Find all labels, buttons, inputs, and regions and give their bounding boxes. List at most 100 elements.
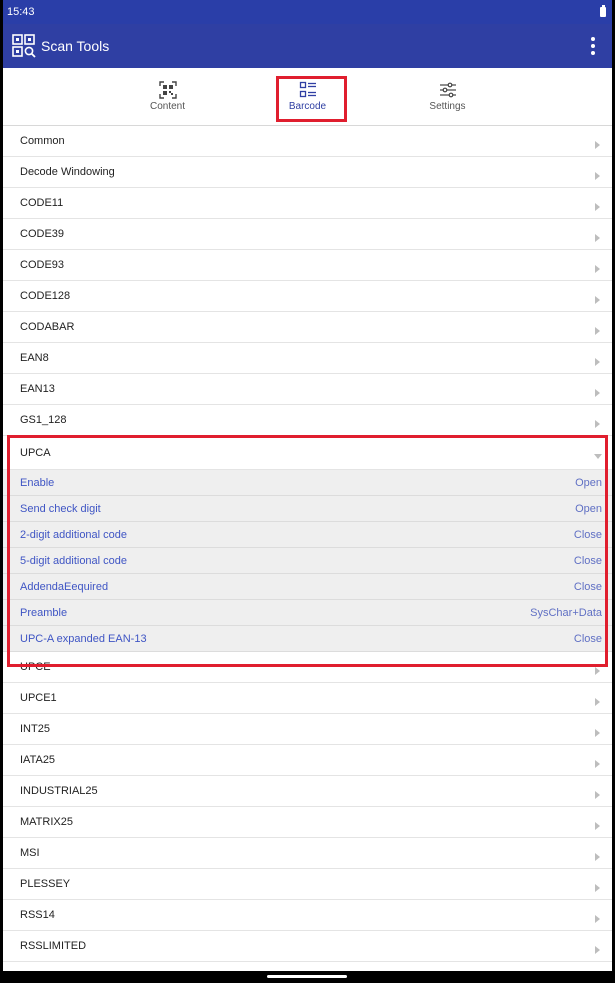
status-bar: 15:43: [3, 0, 612, 24]
option-value: Close: [573, 632, 602, 645]
list-item-label: EAN13: [20, 383, 55, 395]
list-item-label: RSSLIMITED: [20, 940, 87, 952]
list-item[interactable]: MSI: [3, 838, 612, 869]
list-item-label: IATA25: [20, 754, 56, 766]
list-item-label: UPCA: [20, 446, 51, 459]
option-value: Open: [575, 476, 602, 489]
option-label: AddendaEequired: [20, 580, 109, 593]
upca-option-row[interactable]: 5-digit additional code Close: [3, 548, 612, 574]
chevron-right-icon: [595, 760, 600, 768]
list-item-upca-header[interactable]: UPCA: [3, 436, 612, 470]
app-screen: 15:43 Scan Tools Content Barcode Setting…: [3, 0, 612, 983]
list-item[interactable]: IATA25: [3, 745, 612, 776]
tab-settings[interactable]: Settings: [378, 68, 518, 125]
list-item[interactable]: UPCE1: [3, 683, 612, 714]
chevron-right-icon: [595, 667, 600, 675]
list-item[interactable]: CODE11: [3, 188, 612, 219]
option-value: Close: [573, 580, 602, 593]
list-item-label: GS1_128: [20, 414, 67, 426]
list-item[interactable]: MATRIX25: [3, 807, 612, 838]
barcode-list: Common Decode Windowing CODE11 CODE39 CO…: [3, 126, 612, 962]
list-item-label: Common: [20, 135, 65, 147]
option-label: 2-digit additional code: [20, 528, 128, 541]
list-item-label: PLESSEY: [20, 878, 71, 890]
upca-option-row[interactable]: Send check digit Open: [3, 496, 612, 522]
list-item[interactable]: GS1_128: [3, 405, 612, 436]
list-item[interactable]: CODE128: [3, 281, 612, 312]
app-logo-icon: [12, 34, 36, 58]
option-value: SysChar+Data: [530, 606, 602, 619]
list-item[interactable]: Common: [3, 126, 612, 157]
chevron-right-icon: [595, 698, 600, 706]
list-item[interactable]: UPCE: [3, 652, 612, 683]
chevron-down-icon: [594, 454, 602, 459]
sliders-icon: [439, 82, 456, 98]
app-title: Scan Tools: [41, 38, 110, 54]
upca-option-row[interactable]: AddendaEequired Close: [3, 574, 612, 600]
chevron-right-icon: [595, 327, 600, 335]
home-gesture-handle[interactable]: [267, 975, 347, 978]
chevron-right-icon: [595, 296, 600, 304]
upca-expanded-section: UPCA Enable Open Send check digit Open 2-d…: [3, 435, 612, 667]
barcode-tab-highlight-frame: [276, 76, 347, 122]
list-item-label: INT25: [20, 723, 50, 735]
list-item[interactable]: INT25: [3, 714, 612, 745]
tab-settings-label: Settings: [429, 101, 466, 112]
list-item[interactable]: RSS14: [3, 900, 612, 931]
list-item[interactable]: CODE93: [3, 250, 612, 281]
tab-content-label: Content: [149, 101, 186, 112]
chevron-right-icon: [595, 172, 600, 180]
list-item[interactable]: Decode Windowing: [3, 157, 612, 188]
list-item-label: CODE93: [20, 259, 65, 271]
list-item-label: MATRIX25: [20, 816, 73, 828]
option-value: Close: [573, 554, 602, 567]
system-nav-bar: [3, 971, 612, 983]
list-item-label: EAN8: [20, 352, 49, 364]
option-label: Enable: [20, 476, 55, 489]
option-value: Close: [573, 528, 602, 541]
upca-option-row[interactable]: Enable Open: [3, 470, 612, 496]
tab-bar: Content Barcode Settings: [3, 68, 612, 126]
chevron-right-icon: [595, 141, 600, 149]
option-value: Open: [575, 502, 602, 515]
list-item-label: CODE128: [20, 290, 71, 302]
chevron-right-icon: [595, 389, 600, 397]
qr-scan-icon: [158, 81, 177, 99]
list-item[interactable]: EAN13: [3, 374, 612, 405]
chevron-right-icon: [595, 358, 600, 366]
chevron-right-icon: [595, 791, 600, 799]
chevron-right-icon: [595, 915, 600, 923]
list-item-label: RSS14: [20, 909, 55, 921]
upca-option-row[interactable]: Preamble SysChar+Data: [3, 600, 612, 626]
chevron-right-icon: [595, 946, 600, 954]
status-time: 15:43: [7, 6, 35, 18]
list-item[interactable]: CODABAR: [3, 312, 612, 343]
upca-option-row[interactable]: 2-digit additional code Close: [3, 522, 612, 548]
list-item-label: MSI: [20, 847, 40, 859]
list-item-label: CODE39: [20, 228, 65, 240]
chevron-right-icon: [595, 265, 600, 273]
upca-option-row[interactable]: UPC-A expanded EAN-13 Close: [3, 626, 612, 652]
chevron-right-icon: [595, 203, 600, 211]
list-item-label: CODE11: [20, 197, 64, 209]
chevron-right-icon: [595, 853, 600, 861]
option-label: Preamble: [20, 606, 68, 619]
list-item-label: UPCE1: [20, 692, 57, 704]
list-item[interactable]: EAN8: [3, 343, 612, 374]
list-item-label: Decode Windowing: [20, 166, 115, 178]
option-label: 5-digit additional code: [20, 554, 128, 567]
list-item[interactable]: CODE39: [3, 219, 612, 250]
app-bar: Scan Tools: [3, 24, 612, 68]
list-item[interactable]: PLESSEY: [3, 869, 612, 900]
list-item[interactable]: INDUSTRIAL25: [3, 776, 612, 807]
chevron-right-icon: [595, 822, 600, 830]
list-item[interactable]: RSSLIMITED: [3, 931, 612, 962]
list-item-label: UPCE: [20, 661, 51, 673]
chevron-right-icon: [595, 729, 600, 737]
battery-icon: [600, 5, 606, 17]
overflow-menu-icon[interactable]: [588, 35, 598, 57]
chevron-right-icon: [595, 420, 600, 428]
list-item-label: CODABAR: [20, 321, 75, 333]
list-item-label: INDUSTRIAL25: [20, 785, 98, 797]
tab-content[interactable]: Content: [98, 68, 238, 125]
